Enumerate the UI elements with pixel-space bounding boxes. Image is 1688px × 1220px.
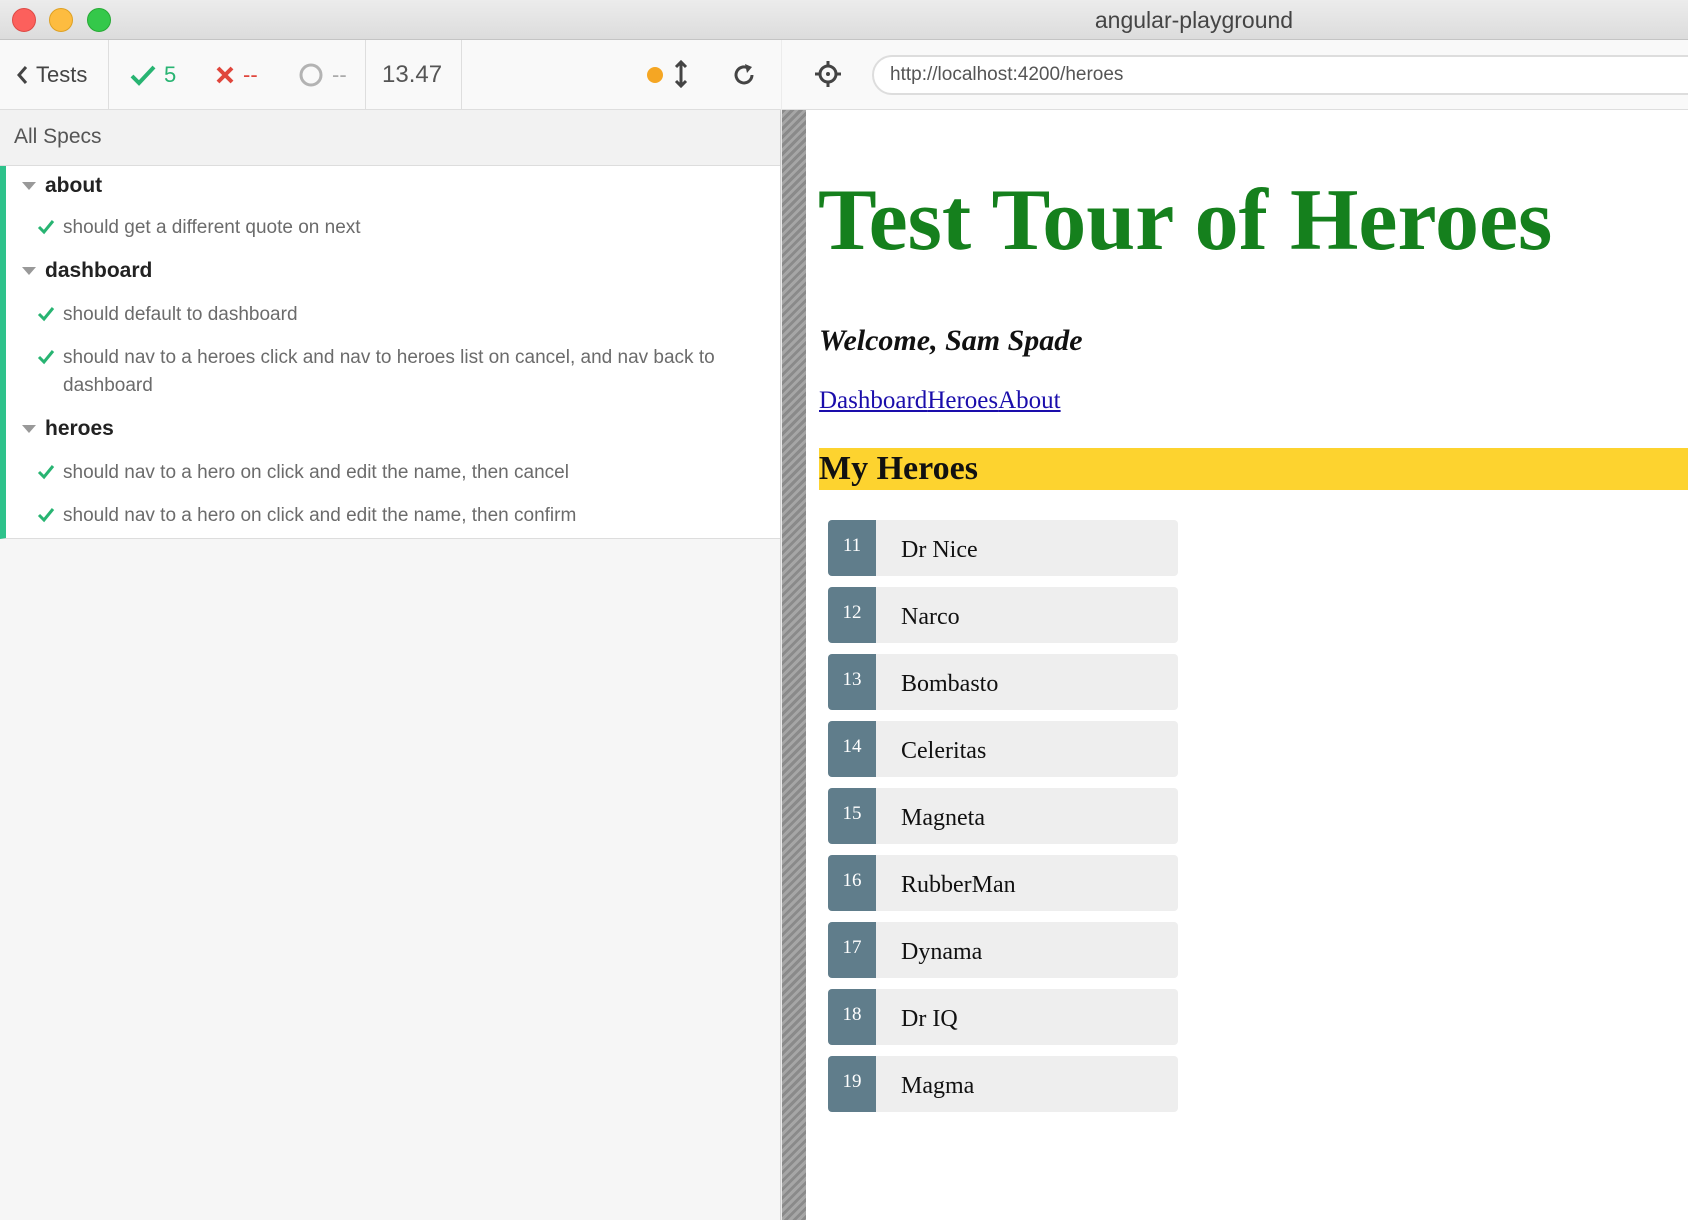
reporter-stats-bar: Tests 5 -- -- 13.47: [0, 40, 781, 110]
hero-item[interactable]: 11 Dr Nice: [828, 520, 1178, 576]
back-to-tests-button[interactable]: Tests: [16, 40, 87, 110]
failed-count: --: [215, 40, 258, 110]
x-icon: [216, 66, 234, 84]
checkmark-icon: [37, 465, 55, 480]
aut-header: http://localhost:4200/heroes: [782, 40, 1688, 110]
welcome-message: Welcome, Sam Spade: [819, 324, 1083, 357]
hero-name: Bombasto: [901, 671, 999, 697]
hero-item[interactable]: 12 Narco: [828, 587, 1178, 643]
hero-item[interactable]: 13 Bombasto: [828, 654, 1178, 710]
hero-id-badge: 15: [828, 788, 876, 844]
checkmark-icon: [37, 220, 55, 235]
viewport-resize-gutter: [782, 110, 806, 1220]
crosshair-icon[interactable]: [814, 60, 842, 88]
hero-id-badge: 18: [828, 989, 876, 1045]
suite-label: heroes: [45, 417, 114, 440]
hero-item[interactable]: 18 Dr IQ: [828, 989, 1178, 1045]
back-to-tests-label: Tests: [36, 62, 88, 87]
hero-name: Dr Nice: [901, 537, 978, 563]
hero-item[interactable]: 16 RubberMan: [828, 855, 1178, 911]
spec-tree: about should get a different quote on ne…: [0, 166, 780, 539]
hero-item[interactable]: 15 Magneta: [828, 788, 1178, 844]
url-field[interactable]: http://localhost:4200/heroes: [872, 55, 1688, 95]
divider: [461, 40, 462, 110]
checkmark-icon: [37, 307, 55, 322]
hero-name: RubberMan: [901, 872, 1016, 898]
checkmark-icon: [130, 65, 156, 86]
hero-id-badge: 14: [828, 721, 876, 777]
caret-down-icon: [22, 425, 36, 433]
app-title: Test Tour of Heroes: [818, 172, 1553, 269]
test-label: should get a different quote on next: [63, 217, 361, 238]
hero-name: Magma: [901, 1073, 975, 1099]
divider: [108, 40, 109, 110]
pending-count-value: --: [332, 62, 347, 87]
hero-item[interactable]: 14 Celeritas: [828, 721, 1178, 777]
hero-id-badge: 11: [828, 520, 876, 576]
hero-item[interactable]: 19 Magma: [828, 1056, 1178, 1112]
window-title: angular-playground: [1094, 7, 1294, 33]
window-titlebar: angular-playground: [0, 0, 1688, 40]
hero-name: Dr IQ: [901, 1006, 958, 1032]
nav-link-dashboard[interactable]: Dashboard: [819, 387, 927, 414]
test-label: should nav to a hero on click and edit t…: [63, 505, 577, 526]
all-specs-header[interactable]: All Specs: [0, 110, 780, 166]
app-nav: DashboardHeroesAbout: [819, 387, 1061, 415]
hero-name: Celeritas: [901, 738, 987, 764]
checkmark-icon: [37, 350, 55, 365]
test-label: should nav to a hero on click and edit t…: [63, 462, 569, 483]
hero-name: Narco: [901, 604, 960, 630]
pending-count: --: [298, 40, 347, 110]
resize-vertical-icon[interactable]: [674, 60, 688, 88]
suite-label: dashboard: [45, 259, 153, 282]
all-specs-label: All Specs: [14, 125, 102, 148]
hero-id-badge: 19: [828, 1056, 876, 1112]
hero-name: Magneta: [901, 805, 985, 831]
hero-item[interactable]: 17 Dynama: [828, 922, 1178, 978]
caret-down-icon: [22, 267, 36, 275]
suite-label: about: [45, 174, 103, 197]
hero-list: 11 Dr Nice 12 Narco 13 Bombasto 14 Celeritas…: [828, 520, 1178, 1123]
test-reporter-panel: Tests 5 -- -- 13.47 All Specs about shou…: [0, 40, 781, 1220]
reload-icon[interactable]: [731, 62, 757, 88]
hero-id-badge: 17: [828, 922, 876, 978]
passed-count: 5: [130, 40, 176, 110]
app-viewport: Test Tour of Heroes Welcome, Sam Spade D…: [806, 110, 1688, 1220]
pending-circle-icon: [299, 63, 323, 87]
test-label: should nav to a heroes click and nav to …: [63, 347, 715, 396]
hero-name: Dynama: [901, 939, 983, 965]
running-status-dot: [647, 67, 663, 83]
hero-id-badge: 16: [828, 855, 876, 911]
nav-link-about[interactable]: About: [998, 387, 1061, 414]
hero-id-badge: 13: [828, 654, 876, 710]
test-label: should default to dashboard: [63, 304, 298, 325]
nav-link-heroes[interactable]: Heroes: [927, 387, 998, 414]
passed-count-value: 5: [164, 62, 177, 87]
checkmark-icon: [37, 508, 55, 523]
run-duration: 13.47: [382, 61, 443, 88]
caret-down-icon: [22, 182, 36, 190]
my-heroes-heading: My Heroes: [819, 448, 1688, 490]
divider: [365, 40, 366, 110]
failed-count-value: --: [243, 62, 258, 87]
hero-id-badge: 12: [828, 587, 876, 643]
chevron-left-icon: [17, 66, 28, 84]
